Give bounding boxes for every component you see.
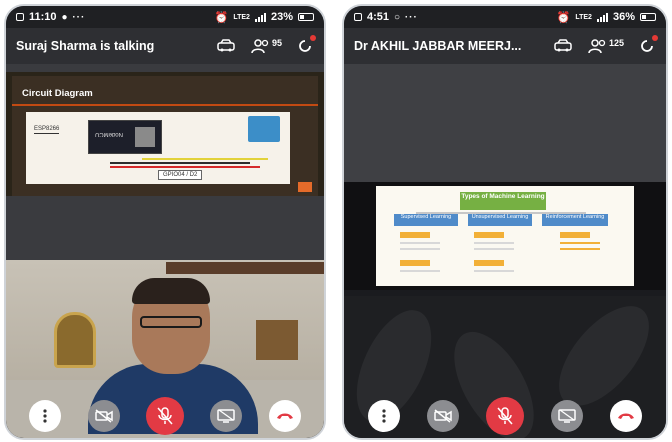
participants-button[interactable]: 95 xyxy=(251,38,282,54)
network-label: LTE2 xyxy=(233,13,250,21)
battery-icon xyxy=(298,13,314,21)
slide-title: Circuit Diagram xyxy=(22,88,93,99)
end-call-button[interactable] xyxy=(268,400,301,432)
gpio-label: GPIO04 / D2 xyxy=(158,170,203,180)
trophy xyxy=(54,312,96,368)
slide-title: Types of Machine Learning xyxy=(460,192,546,210)
phone-hangup-icon xyxy=(618,413,635,419)
notification-icon xyxy=(16,13,24,21)
people-icon xyxy=(588,39,606,54)
end-call-button[interactable] xyxy=(610,400,643,432)
esp-label: ESP8266 xyxy=(34,126,60,134)
left-phone-screen: 11:10 ● ··· ⏰ LTE2 23% Suraj Sharma is t… xyxy=(4,4,326,440)
shared-slide: Circuit Diagram ESP8266 NodeMCU GPIO04 /… xyxy=(6,72,324,196)
unsupervised-box: Unsupervised Learning xyxy=(468,214,532,226)
mic-off-icon xyxy=(157,407,173,425)
notification-icon xyxy=(354,13,362,21)
notification-dot xyxy=(652,35,658,41)
network-label: LTE2 xyxy=(575,13,592,21)
status-bar: 11:10 ● ··· ⏰ LTE2 23% xyxy=(6,6,324,28)
car-icon[interactable] xyxy=(215,38,237,54)
alarm-icon: ⏰ xyxy=(556,11,571,24)
status-dots: ● ··· xyxy=(61,11,86,23)
signal-icon xyxy=(254,12,266,22)
speaker-face xyxy=(132,278,210,374)
battery-icon xyxy=(640,13,656,21)
video-off-icon xyxy=(94,409,113,423)
circuit-diagram: ESP8266 NodeMCU GPIO04 / D2 xyxy=(26,112,290,184)
more-options-button[interactable] xyxy=(367,400,400,432)
signal-icon xyxy=(596,12,608,22)
car-icon[interactable] xyxy=(552,38,574,54)
supervised-box: Supervised Learning xyxy=(394,214,458,226)
video-off-icon xyxy=(434,409,452,423)
status-time: 11:10 xyxy=(29,11,57,23)
mute-button[interactable] xyxy=(485,397,524,435)
right-phone-screen: 4:51 ○ ··· ⏰ LTE2 36% Dr AKHIL JABBAR ME… xyxy=(342,4,668,440)
status-bar: 4:51 ○ ··· ⏰ LTE2 36% xyxy=(344,6,666,28)
reinforcement-box: Reinforcement Learning xyxy=(542,214,608,226)
share-screen-button[interactable] xyxy=(210,400,243,432)
speaker-title: Dr AKHIL JABBAR MEERJ... xyxy=(354,39,522,53)
phone-hangup-icon xyxy=(276,413,293,419)
speaker-title: Suraj Sharma is talking xyxy=(16,39,155,53)
participants-button[interactable]: 125 xyxy=(588,38,624,54)
participant-count: 125 xyxy=(608,38,624,48)
more-vertical-icon xyxy=(381,409,386,423)
call-controls xyxy=(344,397,666,435)
shared-slide: Types of Machine Learning Supervised Lea… xyxy=(344,182,666,294)
mic-off-icon xyxy=(497,407,513,425)
battery-percent: 23% xyxy=(270,11,293,23)
status-dots: ○ ··· xyxy=(394,11,418,23)
more-vertical-icon xyxy=(43,409,47,423)
people-icon xyxy=(251,39,269,54)
dht-sensor xyxy=(248,116,280,142)
screen-share-off-icon xyxy=(558,409,576,423)
ml-types-slide: Types of Machine Learning Supervised Lea… xyxy=(376,186,634,286)
board-label: NodeMCU xyxy=(95,131,124,137)
camera-off-button[interactable] xyxy=(87,400,120,432)
alarm-icon: ⏰ xyxy=(214,11,229,24)
mute-button[interactable] xyxy=(145,397,184,435)
shared-content: Circuit Diagram ESP8266 NodeMCU GPIO04 /… xyxy=(6,64,324,438)
status-time: 4:51 xyxy=(367,11,390,23)
meeting-header: Suraj Sharma is talking 95 xyxy=(6,28,324,64)
shared-content: Types of Machine Learning Supervised Lea… xyxy=(344,64,666,438)
refresh-icon[interactable] xyxy=(638,35,658,55)
refresh-icon[interactable] xyxy=(296,35,316,55)
battery-percent: 36% xyxy=(612,11,635,23)
nodemcu-board: NodeMCU xyxy=(88,120,162,154)
participant-count: 95 xyxy=(271,38,282,48)
camera-off-button[interactable] xyxy=(426,400,459,432)
share-screen-button[interactable] xyxy=(551,400,584,432)
meeting-header: Dr AKHIL JABBAR MEERJ... 125 xyxy=(344,28,666,64)
more-options-button[interactable] xyxy=(29,400,62,432)
screen-share-off-icon xyxy=(217,409,236,423)
notification-dot xyxy=(310,35,316,41)
plaque xyxy=(256,320,298,360)
call-controls xyxy=(6,397,324,435)
